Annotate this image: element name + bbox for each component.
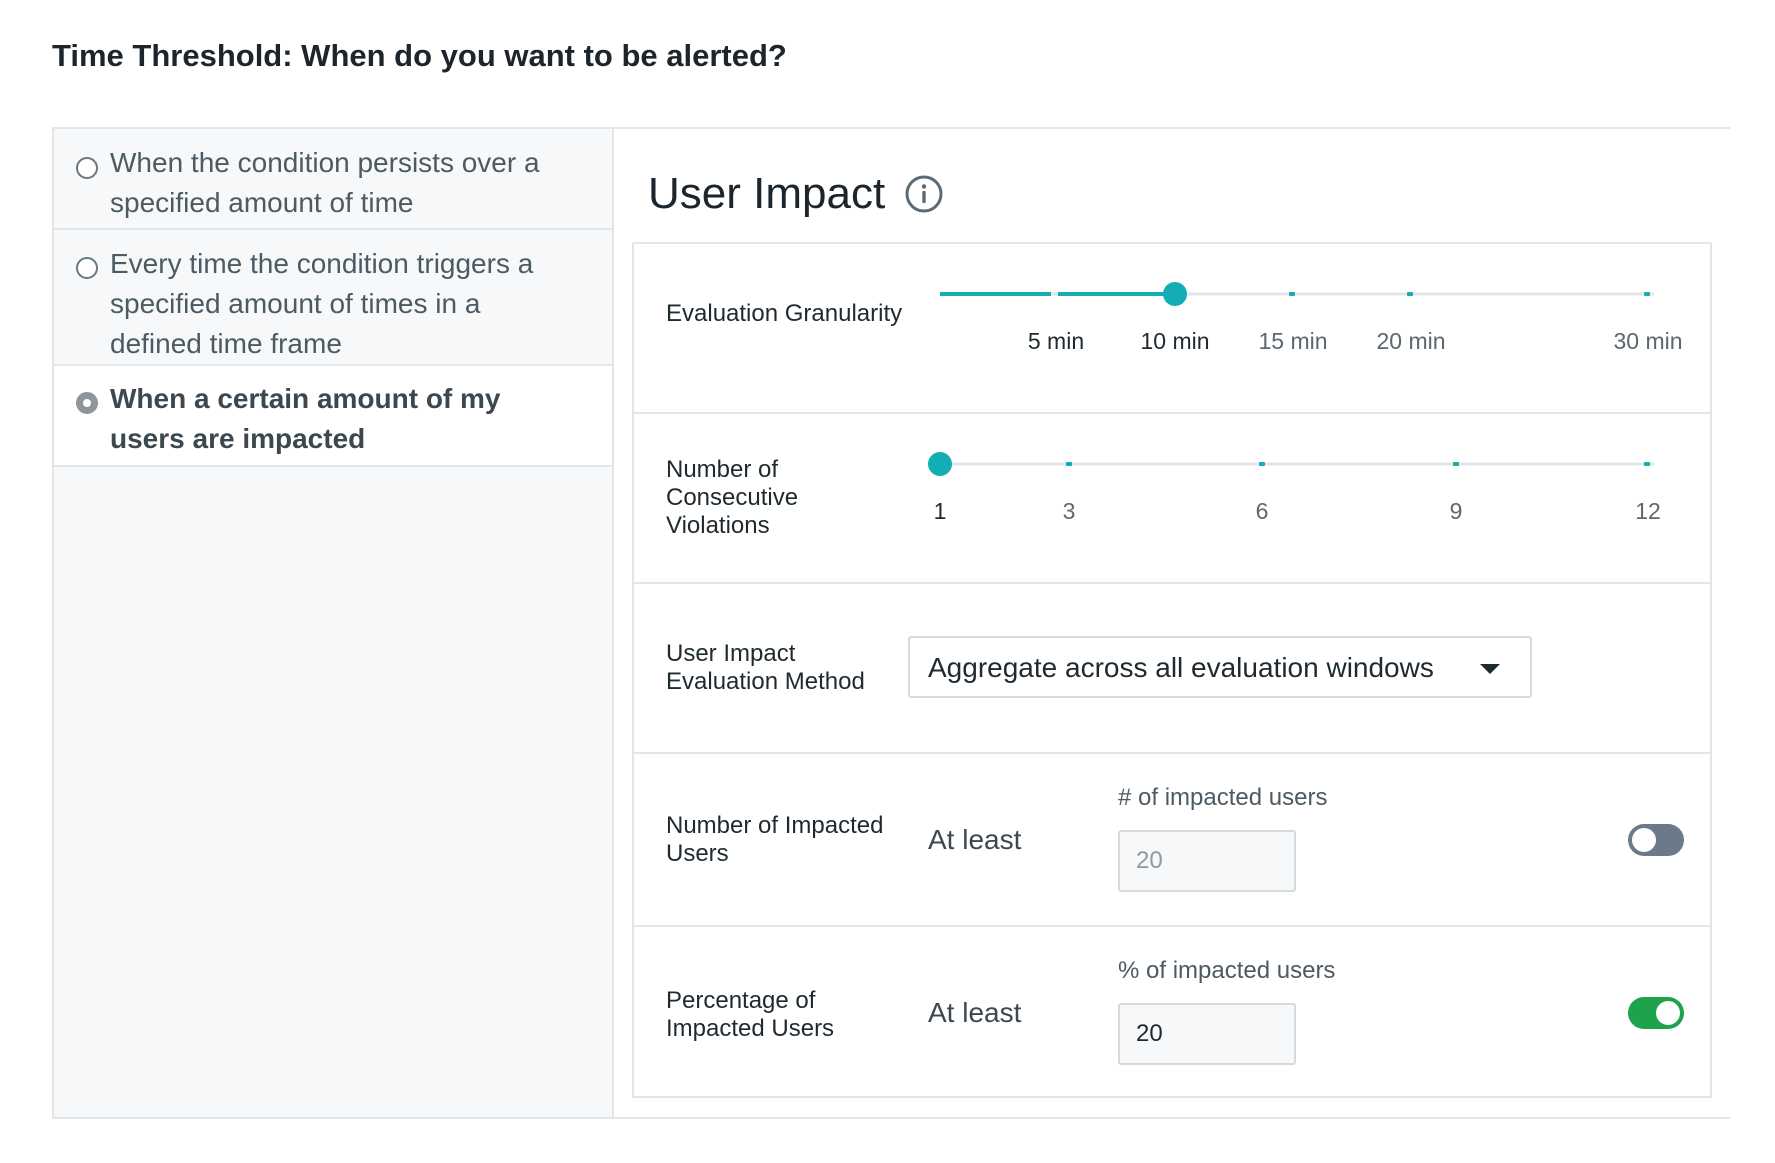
impacted-percentage-toggle[interactable] xyxy=(1628,997,1684,1029)
slider-tick xyxy=(1644,462,1650,466)
toggle-knob xyxy=(1632,828,1656,852)
tick-label: 3 xyxy=(1062,498,1076,524)
slider-tick xyxy=(1407,292,1413,296)
impacted-users-toggle[interactable] xyxy=(1628,824,1684,856)
radio-button-icon[interactable] xyxy=(76,157,98,179)
slider-tick xyxy=(1453,462,1459,466)
slider-tick xyxy=(1289,292,1295,296)
option-triggers-count[interactable]: Every time the condition triggers a spec… xyxy=(54,230,612,366)
slider-handle[interactable] xyxy=(1163,282,1187,306)
tick-label: 5 min xyxy=(1027,328,1085,354)
impacted-percentage-row: Percentage of Impacted Users At least % … xyxy=(634,927,1710,1098)
tick-label: 15 min xyxy=(1258,328,1328,354)
toggle-knob xyxy=(1656,1001,1680,1025)
option-users-impacted[interactable]: When a certain amount of my users are im… xyxy=(54,366,612,467)
select-value: Aggregate across all evaluation windows xyxy=(928,652,1434,683)
user-impact-panel: User Impact Evaluation Granularity 5 min… xyxy=(614,129,1730,1117)
slider-tick xyxy=(1259,462,1265,466)
radio-button-icon[interactable] xyxy=(76,257,98,279)
slider-handle[interactable] xyxy=(928,452,952,476)
at-least-label: At least xyxy=(928,824,1022,855)
threshold-options-list: When the condition persists over a speci… xyxy=(54,129,614,1117)
impacted-users-label: Number of Impacted Users xyxy=(666,812,884,867)
tick-label: 6 xyxy=(1255,498,1269,524)
threshold-panel: When the condition persists over a speci… xyxy=(52,127,1730,1119)
impacted-percentage-input[interactable] xyxy=(1118,1003,1296,1065)
option-label: Every time the condition triggers a spec… xyxy=(110,248,534,359)
evaluation-method-row: User Impact Evaluation Method Aggregate … xyxy=(634,584,1710,754)
page-title: Time Threshold: When do you want to be a… xyxy=(52,38,787,73)
impacted-users-input[interactable] xyxy=(1118,830,1296,892)
option-label: When the condition persists over a speci… xyxy=(110,147,540,218)
impacted-percentage-field-label: % of impacted users xyxy=(1118,957,1336,984)
impacted-users-field-label: # of impacted users xyxy=(1118,784,1328,811)
impacted-users-row: Number of Impacted Users At least # of i… xyxy=(634,754,1710,927)
info-circle-icon[interactable] xyxy=(904,174,944,214)
caret-down-icon[interactable] xyxy=(1480,664,1500,674)
radio-button-selected-icon[interactable] xyxy=(76,392,98,414)
at-least-label: At least xyxy=(928,997,1022,1028)
consecutive-violations-row: Number of Consecutive Violations 1 3 6 9… xyxy=(634,414,1710,584)
slider-tick xyxy=(1066,462,1072,466)
tick-label: 1 xyxy=(933,498,947,524)
tick-label: 20 min xyxy=(1376,328,1446,354)
tick-label: 12 xyxy=(1635,498,1661,524)
consecutive-violations-slider[interactable] xyxy=(634,414,1710,584)
impacted-percentage-label: Percentage of Impacted Users xyxy=(666,987,835,1042)
evaluation-granularity-row: Evaluation Granularity 5 min 10 min 15 m… xyxy=(634,244,1710,414)
option-persists-over-time[interactable]: When the condition persists over a speci… xyxy=(54,129,612,230)
evaluation-method-select[interactable]: Aggregate across all evaluation windows xyxy=(908,636,1532,698)
section-title: User Impact xyxy=(648,169,886,218)
tick-label: 30 min xyxy=(1613,328,1683,354)
settings-box: Evaluation Granularity 5 min 10 min 15 m… xyxy=(632,242,1712,1098)
tick-label: 10 min xyxy=(1140,328,1210,354)
evaluation-method-label: User Impact Evaluation Method xyxy=(666,640,865,695)
tick-label: 9 xyxy=(1449,498,1463,524)
option-label: When a certain amount of my users are im… xyxy=(110,383,501,454)
slider-tick xyxy=(1644,292,1650,296)
